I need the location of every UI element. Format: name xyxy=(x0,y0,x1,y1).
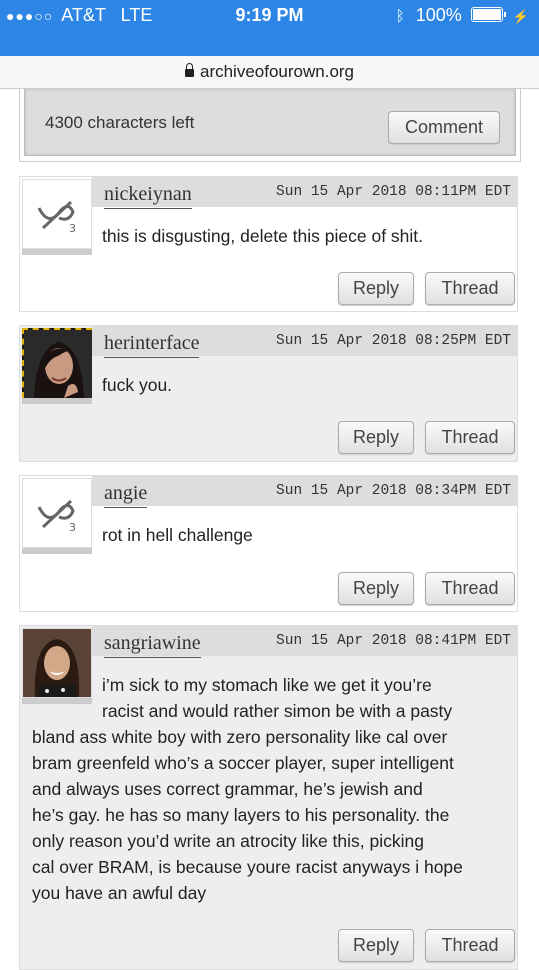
battery-info: ᛒ 100% ⚡ xyxy=(396,5,529,26)
avatar-shadow xyxy=(22,548,92,554)
comment-author-link[interactable]: herinterface xyxy=(104,332,200,358)
comment-author-link[interactable]: nickeiynan xyxy=(104,183,192,209)
user-photo-icon xyxy=(24,330,92,398)
comment-text-line: racist and would rather simon be with a … xyxy=(102,701,453,721)
comment-author-link[interactable]: angie xyxy=(104,482,148,508)
comment-text-line: he’s gay. he has so many layers to his p… xyxy=(32,805,450,825)
thread-button[interactable]: Thread xyxy=(425,421,515,454)
battery-percent: 100% xyxy=(415,5,462,25)
battery-icon xyxy=(470,7,506,22)
comment-date: Sun 15 Apr 2018 08:11PM EDT xyxy=(276,184,511,200)
reply-button[interactable]: Reply xyxy=(338,421,414,454)
comment-submit-button[interactable]: Comment xyxy=(388,111,500,144)
avatar-shadow xyxy=(22,249,92,255)
svg-text:3: 3 xyxy=(69,521,76,533)
comment: sangriawine Sun 15 Apr 2018 08:41PM EDT … xyxy=(19,625,518,970)
comment-text-line: bram greenfeld who’s a soccer player, su… xyxy=(32,753,454,773)
comment-text-line: bland ass white boy with zero personalit… xyxy=(32,727,448,747)
comment-text-line: you have an awful day xyxy=(32,883,207,903)
reply-button[interactable]: Reply xyxy=(338,272,414,305)
lock-icon xyxy=(184,63,194,77)
comment-form-footer: 4300 characters left Comment xyxy=(24,89,516,156)
comment: 3 nickeiynan Sun 15 Apr 2018 08:11PM EDT… xyxy=(19,176,518,312)
comment-text-line: and always uses correct grammar, he’s je… xyxy=(32,779,423,799)
user-photo-icon xyxy=(23,629,91,697)
avatar xyxy=(22,628,92,698)
comment-author-link[interactable]: sangriawine xyxy=(104,632,201,658)
avatar: 3 xyxy=(22,179,92,249)
comment-date: Sun 15 Apr 2018 08:41PM EDT xyxy=(276,633,511,649)
status-bar: ●●●○○ AT&T LTE 9:19 PM ᛒ 100% ⚡ xyxy=(0,0,539,30)
reply-button[interactable]: Reply xyxy=(338,572,414,605)
comment-text-line: only reason you’d write an atrocity like… xyxy=(32,831,424,851)
url-domain: archiveofourown.org xyxy=(199,62,355,81)
page-content: 4300 characters left Comment 3 nickeiyna… xyxy=(0,89,539,970)
thread-button[interactable]: Thread xyxy=(425,929,515,962)
svg-text:3: 3 xyxy=(69,222,76,234)
comment-form: 4300 characters left Comment xyxy=(19,89,521,162)
avatar xyxy=(22,328,92,398)
avatar-shadow xyxy=(22,398,92,404)
avatar-shadow xyxy=(22,698,92,704)
browser-url-bar: archiveofourown.org xyxy=(0,30,539,89)
comment-date: Sun 15 Apr 2018 08:25PM EDT xyxy=(276,333,511,349)
comment-date: Sun 15 Apr 2018 08:34PM EDT xyxy=(276,483,511,499)
characters-left-counter: 4300 characters left xyxy=(45,113,195,132)
comment-text: rot in hell challenge xyxy=(102,525,253,545)
comment-text-line: i’m sick to my stomach like we get it yo… xyxy=(102,675,432,695)
anonymous-avatar-icon: 3 xyxy=(37,499,76,533)
comment-text: this is disgusting, delete this piece of… xyxy=(102,226,424,246)
comment-text-line: cal over BRAM, is because youre racist a… xyxy=(32,857,463,877)
thread-button[interactable]: Thread xyxy=(425,572,515,605)
avatar: 3 xyxy=(22,478,92,548)
thread-button[interactable]: Thread xyxy=(425,272,515,305)
reply-button[interactable]: Reply xyxy=(338,929,414,962)
comment: herinterface Sun 15 Apr 2018 08:25PM EDT… xyxy=(19,325,518,462)
comment-text: fuck you. xyxy=(102,375,173,395)
comment: 3 angie Sun 15 Apr 2018 08:34PM EDT rot … xyxy=(19,475,518,612)
anonymous-avatar-icon: 3 xyxy=(37,200,76,234)
bluetooth-icon: ᛒ xyxy=(395,8,405,25)
charging-icon: ⚡ xyxy=(512,9,529,24)
url-field[interactable]: archiveofourown.org xyxy=(0,56,539,89)
